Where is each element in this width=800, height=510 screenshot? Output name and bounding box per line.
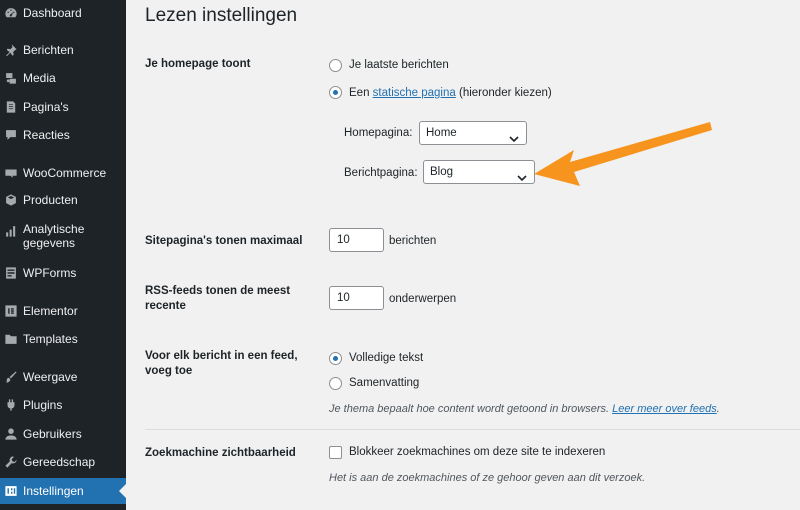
homepage-select[interactable]: Home — [419, 121, 527, 145]
radio-static-page-label: Een statische pagina (hieronder kiezen) — [349, 86, 552, 100]
sidebar-item-plugins[interactable]: Plugins — [0, 392, 126, 418]
rss-posts-input[interactable] — [329, 286, 384, 310]
annotation-arrow — [534, 122, 712, 186]
folder-icon — [4, 332, 18, 346]
posts-per-page-input[interactable] — [329, 228, 384, 252]
sidebar-item-label: Instellingen — [23, 484, 84, 498]
sidebar-item-label: Producten — [23, 193, 78, 207]
sidebar-item-label: Plugins — [23, 398, 63, 412]
comment-icon — [4, 128, 18, 142]
sidebar-item-dashboard[interactable]: Dashboard — [0, 0, 126, 26]
block-search-engines-checkbox[interactable] — [329, 446, 342, 459]
brush-icon — [4, 370, 18, 384]
sidebar-item-instellingen[interactable]: Instellingen — [0, 478, 126, 504]
homepage-select-value: Home — [426, 127, 457, 139]
sidebar-item-label: Dashboard — [23, 6, 82, 20]
sidebar-item-elementor[interactable]: Elementor — [0, 298, 126, 324]
sidebar-item-label: Pagina's — [23, 100, 69, 114]
period-text: . — [716, 403, 720, 415]
sidebar-item-label: WPForms — [23, 266, 77, 280]
admin-sidebar: Dashboard Berichten Media Pagina's React… — [0, 0, 126, 510]
search-visibility-label: Zoekmachine zichtbaarheid — [145, 447, 296, 459]
media-icon — [4, 71, 18, 85]
sidebar-item-label: Gebruikers — [23, 427, 82, 441]
sidebar-item-woocommerce[interactable]: WooCommerce — [0, 160, 126, 186]
box-icon — [4, 193, 18, 207]
homepage-select-label: Homepagina: — [344, 127, 413, 139]
radio-full-text-label: Volledige tekst — [349, 352, 424, 364]
pin-icon — [4, 43, 18, 57]
dashboard-icon — [4, 6, 18, 20]
sidebar-item-paginas[interactable]: Pagina's — [0, 94, 126, 120]
search-visibility-description: Het is aan de zoekmachines of ze gehoor … — [329, 472, 646, 484]
posts-per-page-unit: berichten — [389, 235, 437, 247]
feed-description-text: Je thema bepaalt hoe content wordt getoo… — [329, 403, 610, 415]
plug-icon — [4, 398, 18, 412]
static-page-prefix: Een — [349, 87, 370, 99]
sidebar-item-gereedschap[interactable]: Gereedschap — [0, 449, 126, 475]
elementor-icon — [4, 304, 18, 318]
page-icon — [4, 100, 18, 114]
sidebar-item-label: Elementor — [23, 304, 78, 318]
radio-latest-posts[interactable] — [329, 59, 342, 72]
woocommerce-icon — [4, 166, 18, 180]
sidebar-item-media[interactable]: Media — [0, 65, 126, 91]
homepage-setting-label: Je homepage toont — [145, 58, 251, 70]
settings-icon — [4, 484, 18, 498]
postspage-select[interactable]: Blog — [423, 160, 535, 184]
postspage-select-label: Berichtpagina: — [344, 167, 418, 179]
learn-more-feeds-link[interactable]: Leer meer over feeds — [612, 403, 717, 415]
sidebar-item-label: Weergave — [23, 370, 78, 384]
rss-posts-unit: onderwerpen — [389, 293, 457, 305]
sidebar-item-templates[interactable]: Templates — [0, 326, 126, 352]
radio-summary-label: Samenvatting — [349, 377, 420, 389]
sidebar-item-label: Analytische gegevens — [23, 222, 85, 250]
user-icon — [4, 427, 18, 441]
sidebar-item-label: Gereedschap — [23, 455, 96, 469]
static-page-suffix: (hieronder kiezen) — [459, 87, 552, 99]
form-icon — [4, 266, 18, 280]
postspage-select-value: Blog — [430, 166, 454, 178]
sidebar-item-label: WooCommerce — [23, 166, 107, 180]
rss-posts-label: RSS-feeds tonen de meest recente — [145, 285, 291, 312]
bar-chart-icon — [4, 224, 18, 238]
static-page-link[interactable]: statische pagina — [373, 87, 456, 99]
sidebar-item-label: Berichten — [23, 43, 74, 57]
sidebar-item-berichten[interactable]: Berichten — [0, 37, 126, 63]
sidebar-item-label: Media — [23, 71, 56, 85]
sidebar-item-weergave[interactable]: Weergave — [0, 364, 126, 390]
chevron-down-icon — [509, 129, 519, 143]
block-search-engines-label: Blokkeer zoekmachines om deze site te in… — [349, 446, 606, 458]
radio-latest-posts-label: Je laatste berichten — [349, 59, 449, 71]
active-menu-pointer — [119, 484, 126, 498]
posts-per-page-label: Sitepagina's tonen maximaal — [145, 235, 303, 247]
sidebar-item-gebruikers[interactable]: Gebruikers — [0, 421, 126, 447]
chevron-down-icon — [517, 168, 527, 182]
radio-full-text[interactable] — [329, 352, 342, 365]
sidebar-item-label: Reacties — [23, 128, 70, 142]
sidebar-item-analytische-gegevens[interactable]: Analytische gegevens — [0, 222, 126, 256]
section-divider — [145, 429, 800, 430]
page-title: Lezen instellingen — [145, 5, 298, 26]
sidebar-item-label: Templates — [23, 332, 78, 346]
feed-content-label: Voor elk bericht in een feed, voeg toe — [145, 350, 298, 377]
radio-static-page[interactable] — [329, 86, 342, 99]
sidebar-item-wpforms[interactable]: WPForms — [0, 260, 126, 286]
sidebar-item-reacties[interactable]: Reacties — [0, 122, 126, 148]
radio-summary[interactable] — [329, 377, 342, 390]
feed-description: Je thema bepaalt hoe content wordt getoo… — [329, 402, 720, 416]
sidebar-item-producten[interactable]: Producten — [0, 187, 126, 213]
wrench-icon — [4, 455, 18, 469]
